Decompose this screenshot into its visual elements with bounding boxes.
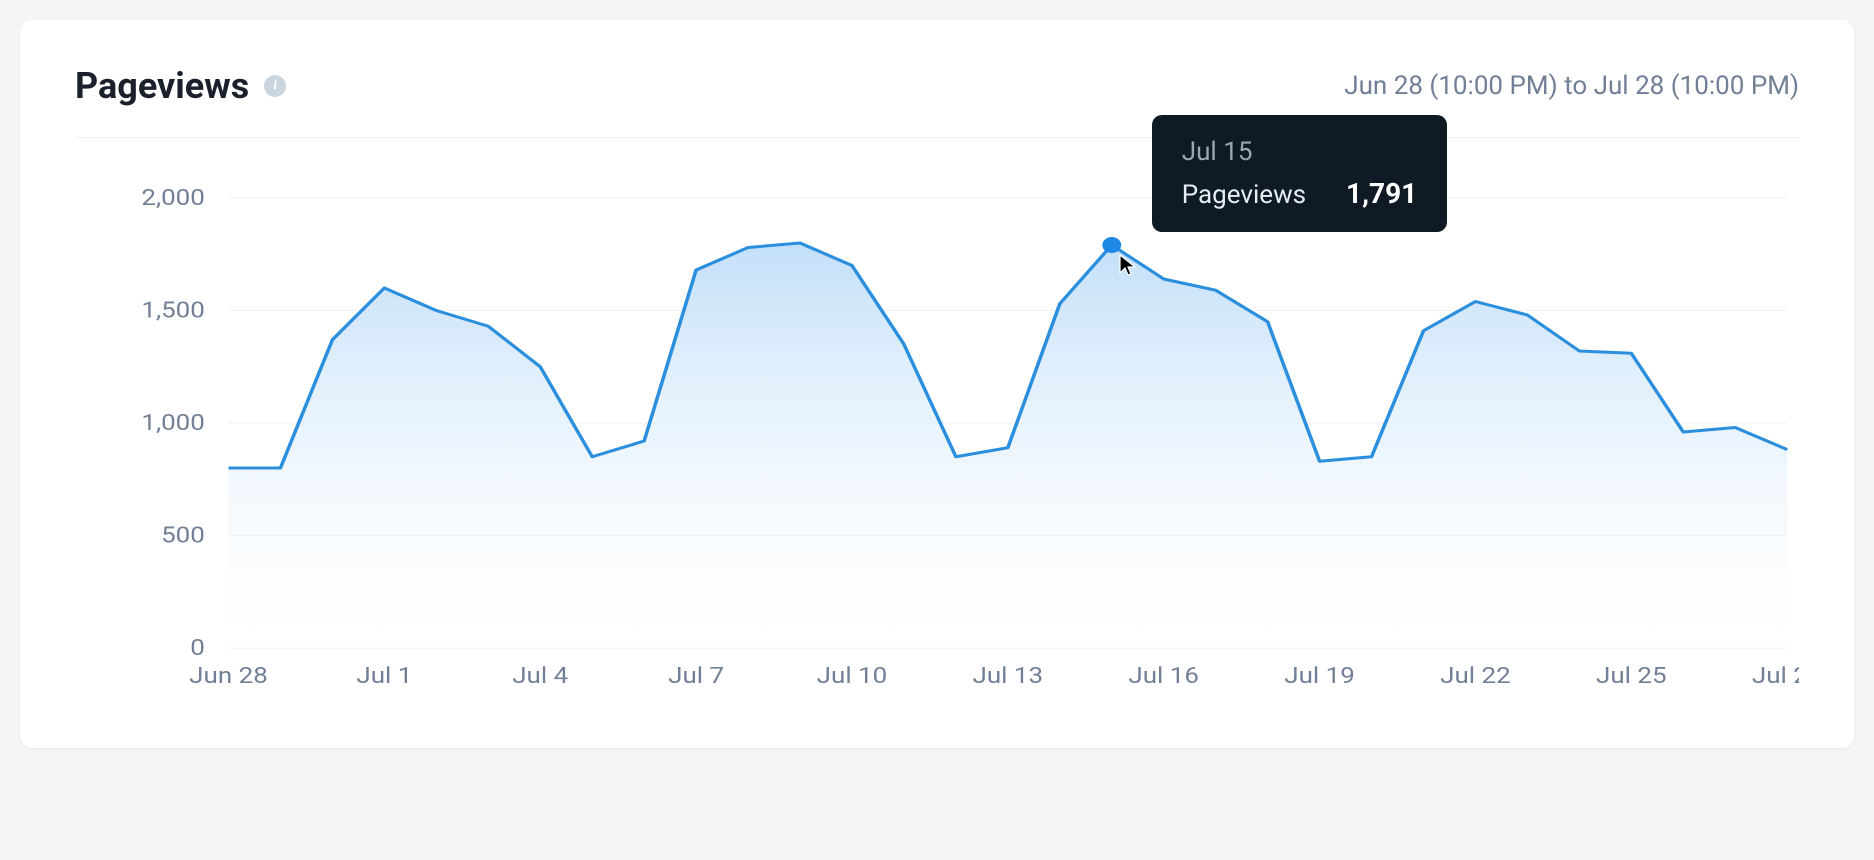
card-header: Pageviews i Jun 28 (10:00 PM) to Jul 28 …	[75, 65, 1799, 138]
svg-text:Jul 25: Jul 25	[1596, 663, 1667, 689]
x-axis: Jun 28 Jul 1 Jul 4 Jul 7 Jul 10 Jul 13 Jul 16 J…	[189, 663, 1799, 689]
title-wrap: Pageviews i	[75, 65, 286, 107]
svg-text:Jul 13: Jul 13	[973, 663, 1044, 689]
svg-text:2,000: 2,000	[141, 185, 205, 211]
hover-point	[1102, 237, 1121, 253]
svg-text:Jul 19: Jul 19	[1284, 663, 1355, 689]
svg-text:Jul 28: Jul 28	[1752, 663, 1799, 689]
svg-text:Jul 1: Jul 1	[356, 663, 412, 689]
info-icon[interactable]: i	[264, 75, 286, 97]
svg-text:Jul 10: Jul 10	[817, 663, 888, 689]
svg-text:Jul 7: Jul 7	[668, 663, 724, 689]
svg-text:Jul 4: Jul 4	[512, 663, 568, 689]
tooltip-date: Jul 15	[1182, 137, 1417, 167]
svg-text:Jul 22: Jul 22	[1440, 663, 1511, 689]
chart-area[interactable]: 0 500 1,000 1,500 2,000 Jun 28 Jul 1 Jul 4 Jul …	[75, 168, 1799, 708]
svg-text:0: 0	[190, 635, 205, 661]
svg-text:500: 500	[161, 522, 205, 548]
svg-text:1,000: 1,000	[141, 410, 205, 436]
pageviews-chart[interactable]: 0 500 1,000 1,500 2,000 Jun 28 Jul 1 Jul 4 Jul …	[75, 168, 1799, 708]
svg-text:Jul 16: Jul 16	[1128, 663, 1199, 689]
date-range-label: Jun 28 (10:00 PM) to Jul 28 (10:00 PM)	[1344, 71, 1799, 101]
svg-text:Jun 28: Jun 28	[189, 663, 268, 689]
svg-text:1,500: 1,500	[141, 297, 205, 323]
y-axis: 0 500 1,000 1,500 2,000	[141, 185, 205, 661]
page-title: Pageviews	[75, 65, 249, 107]
pageviews-card: Pageviews i Jun 28 (10:00 PM) to Jul 28 …	[20, 20, 1854, 748]
